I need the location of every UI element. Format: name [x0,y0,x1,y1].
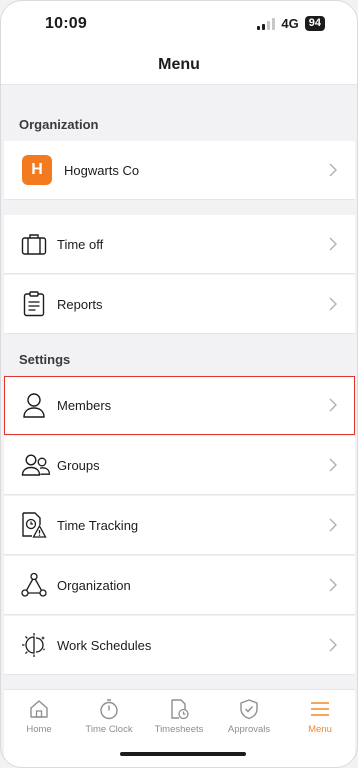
menu-item-organization[interactable]: Organization [4,556,355,615]
home-indicator [120,752,246,756]
suitcase-icon [21,231,47,257]
file-clock-warning-icon [21,512,47,538]
tab-label: Home [26,724,52,735]
person-icon [21,392,47,418]
status-indicators: 4G 94 [257,16,325,31]
menu-item-time-tracking[interactable]: Time Tracking [4,496,355,555]
app-frame: 10:09 4G 94 Menu Organization H Hogwarts… [0,0,358,768]
chevron-right-icon [329,578,337,592]
clipboard-icon [21,291,47,317]
tab-timesheets[interactable]: Timesheets [144,698,214,735]
home-icon [30,700,48,718]
day-night-icon [21,632,47,658]
tab-label: Time Clock [85,724,133,735]
section-header-organization: Organization [19,117,99,132]
menu-item-work-schedules[interactable]: Work Schedules [4,616,355,675]
nav-bar: Menu [1,45,357,85]
menu-item-label: Reports [57,296,103,312]
menu-item-label: Work Schedules [57,637,152,653]
tab-label: Menu [308,724,332,735]
timesheet-icon [171,699,189,720]
org-badge-icon: H [22,155,52,185]
tab-home[interactable]: Home [4,698,74,735]
chevron-right-icon [329,237,337,251]
status-time: 10:09 [45,15,87,32]
organization-name: Hogwarts Co [64,162,140,178]
menu-item-time-off[interactable]: Time off [4,215,355,274]
menu-item-label: Time off [57,236,104,252]
tab-bar: Home Time Clock Timesheets Approvals Men… [4,689,355,767]
menu-item-reports[interactable]: Reports [4,275,355,334]
tab-label: Approvals [227,724,271,735]
chevron-right-icon [329,163,337,177]
shield-check-icon [240,699,258,720]
network-type: 4G [281,16,299,31]
menu-item-label: Time Tracking [57,517,139,533]
section-header-settings: Settings [19,352,71,367]
chevron-right-icon [329,297,337,311]
chevron-right-icon [329,458,337,472]
tab-menu[interactable]: Menu [285,698,355,735]
network-triangle-icon [21,572,47,598]
menu-item-members[interactable]: Members [4,376,355,435]
stopwatch-icon [100,699,118,720]
tab-approvals[interactable]: Approvals [214,698,284,735]
tab-time-clock[interactable]: Time Clock [74,698,144,735]
battery-icon: 94 [304,16,325,31]
menu-item-label: Members [57,397,112,413]
status-bar: 10:09 4G 94 [1,1,357,45]
menu-item-label: Groups [57,457,100,473]
menu-item-label: Organization [57,577,131,593]
organization-row[interactable]: H Hogwarts Co [4,141,355,200]
chevron-right-icon [329,518,337,532]
chevron-right-icon [329,638,337,652]
page-title: Menu [158,55,200,73]
people-icon [21,452,51,478]
signal-icon [257,17,276,30]
hamburger-menu-icon [311,702,329,716]
menu-item-groups[interactable]: Groups [4,436,355,495]
chevron-right-icon [329,398,337,412]
tab-label: Timesheets [154,724,204,735]
